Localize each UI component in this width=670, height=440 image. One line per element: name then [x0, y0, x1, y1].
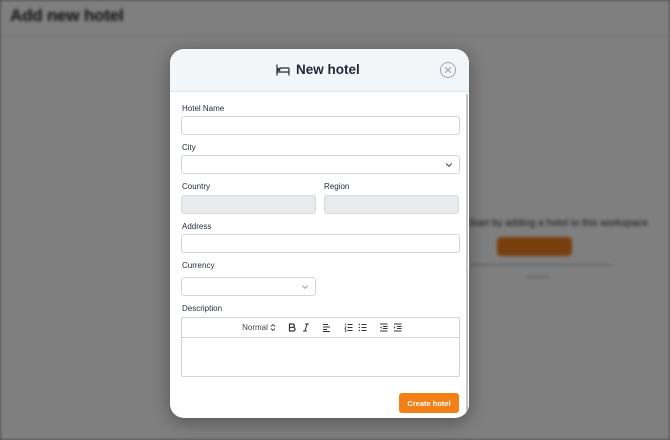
indent-icon: [393, 323, 401, 332]
bed-icon: [276, 64, 290, 76]
ordered-list-icon: [343, 323, 352, 332]
bold-icon: [288, 323, 296, 332]
outdent-button[interactable]: [378, 322, 388, 333]
indent-button[interactable]: [392, 322, 402, 333]
close-icon: [444, 66, 452, 74]
country-input: [182, 198, 315, 215]
city-select[interactable]: [181, 155, 460, 174]
modal-scrollbar-thumb[interactable]: [466, 94, 468, 416]
currency-select[interactable]: [181, 277, 316, 296]
format-select[interactable]: Normal: [242, 322, 276, 333]
outdent-icon: [379, 323, 387, 332]
italic-icon: [303, 323, 309, 332]
country-label: Country: [182, 182, 211, 191]
chevron-down-icon: [302, 285, 308, 289]
hotel-name-label: Hotel Name: [182, 104, 225, 113]
new-hotel-modal: New hotel Hotel Name City Country Region…: [170, 49, 469, 418]
hotel-name-input[interactable]: [182, 119, 459, 136]
country-field: [181, 195, 316, 215]
region-field: [324, 195, 459, 215]
close-button[interactable]: [440, 62, 456, 78]
create-hotel-button[interactable]: Create hotel: [399, 393, 459, 413]
format-select-label: Normal: [242, 323, 268, 332]
city-label: City: [182, 143, 196, 152]
description-editor: Normal: [181, 317, 460, 377]
hotel-name-field[interactable]: [181, 116, 460, 136]
ordered-list-button[interactable]: [343, 322, 353, 333]
editor-toolbar: Normal: [182, 318, 459, 338]
region-input: [325, 198, 458, 215]
bullet-list-button[interactable]: [357, 322, 367, 333]
modal-header: New hotel: [170, 49, 469, 92]
bullet-list-icon: [358, 323, 366, 332]
region-label: Region: [324, 182, 350, 191]
align-button[interactable]: [321, 322, 331, 333]
bold-button[interactable]: [287, 322, 297, 333]
description-editor-body[interactable]: [182, 339, 459, 376]
chevron-down-icon: [445, 163, 453, 167]
description-label: Description: [182, 304, 223, 313]
italic-button[interactable]: [301, 322, 311, 333]
select-arrows-icon: [270, 323, 276, 332]
currency-label: Currency: [182, 261, 215, 270]
align-left-icon: [322, 324, 330, 332]
modal-title: New hotel: [296, 62, 360, 77]
address-label: Address: [182, 222, 212, 231]
address-field[interactable]: [181, 234, 460, 254]
address-input[interactable]: [182, 237, 459, 254]
